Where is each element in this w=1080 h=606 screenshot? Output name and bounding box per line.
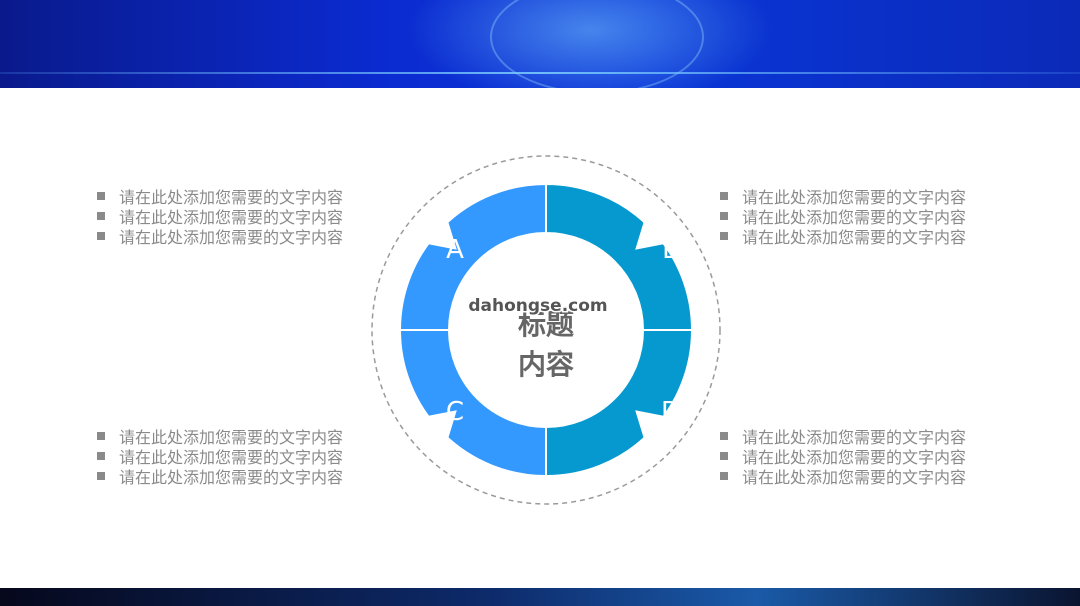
list-item: 请在此处添加您需要的文字内容 <box>720 226 990 247</box>
center-title-line2: 内容 <box>518 348 574 381</box>
list-item: 请在此处添加您需要的文字内容 <box>97 466 367 487</box>
list-item: 请在此处添加您需要的文字内容 <box>97 206 367 227</box>
list-item: 请在此处添加您需要的文字内容 <box>97 426 367 447</box>
list-item-text: 请在此处添加您需要的文字内容 <box>742 468 967 487</box>
square-bullet-icon <box>97 192 105 200</box>
list-item-text: 请在此处添加您需要的文字内容 <box>119 228 344 247</box>
list-item: 请在此处添加您需要的文字内容 <box>720 206 990 227</box>
segment-label-c: C <box>446 397 464 427</box>
list-item: 请在此处添加您需要的文字内容 <box>97 186 367 207</box>
text-block-bottom-right: 请在此处添加您需要的文字内容 请在此处添加您需要的文字内容 请在此处添加您需要的… <box>720 426 990 487</box>
header-banner <box>0 0 1080 88</box>
text-block-top-left: 请在此处添加您需要的文字内容 请在此处添加您需要的文字内容 请在此处添加您需要的… <box>97 186 367 247</box>
list-item-text: 请在此处添加您需要的文字内容 <box>119 468 344 487</box>
text-block-bottom-left: 请在此处添加您需要的文字内容 请在此处添加您需要的文字内容 请在此处添加您需要的… <box>97 426 367 487</box>
segment-label-b: B <box>662 235 680 265</box>
segment-label-d: D <box>661 397 681 427</box>
list-item: 请在此处添加您需要的文字内容 <box>97 446 367 467</box>
square-bullet-icon <box>97 212 105 220</box>
watermark: dahongse.com <box>468 296 607 316</box>
cycle-diagram: A B C D 标题 内容 dahongse.com <box>371 155 721 505</box>
header-light-streak <box>0 72 1080 74</box>
header-glow-ring <box>490 0 704 88</box>
square-bullet-icon <box>97 232 105 240</box>
list-item-text: 请在此处添加您需要的文字内容 <box>742 228 967 247</box>
footer-banner <box>0 588 1080 606</box>
square-bullet-icon <box>97 472 105 480</box>
list-item: 请在此处添加您需要的文字内容 <box>720 446 990 467</box>
square-bullet-icon <box>97 432 105 440</box>
list-item: 请在此处添加您需要的文字内容 <box>97 226 367 247</box>
list-item: 请在此处添加您需要的文字内容 <box>720 466 990 487</box>
square-bullet-icon <box>97 452 105 460</box>
list-item: 请在此处添加您需要的文字内容 <box>720 186 990 207</box>
text-block-top-right: 请在此处添加您需要的文字内容 请在此处添加您需要的文字内容 请在此处添加您需要的… <box>720 186 990 247</box>
segment-label-a: A <box>446 235 464 265</box>
list-item: 请在此处添加您需要的文字内容 <box>720 426 990 447</box>
